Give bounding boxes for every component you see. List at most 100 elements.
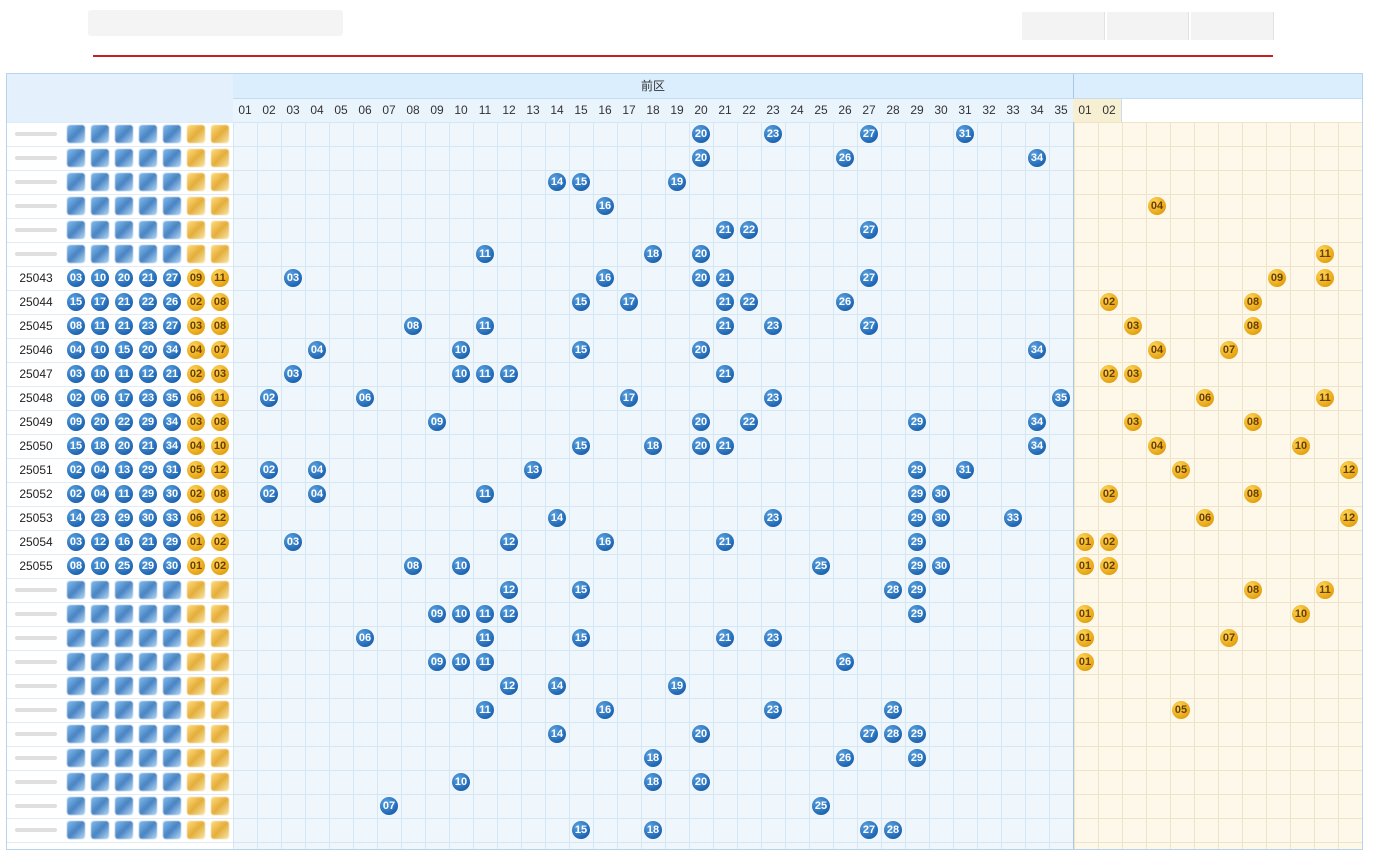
- period-label: 25055: [19, 559, 53, 573]
- draw-front-ball: 02: [67, 485, 85, 503]
- back-zone-ball: 11: [1316, 245, 1334, 263]
- draw-back-ball: 12: [211, 461, 229, 479]
- front-number-header: 16: [593, 99, 618, 122]
- draw-balls-blurred: [67, 197, 233, 215]
- front-zone-ball: 11: [476, 701, 494, 719]
- front-zone-ball: 10: [452, 773, 470, 791]
- front-zone-ball: 31: [956, 125, 974, 143]
- front-number-header: 13: [521, 99, 546, 122]
- draw-balls-blurred: [67, 221, 233, 239]
- period-label-blurred: [15, 228, 57, 232]
- front-zone-ball: 29: [908, 413, 926, 431]
- draw-balls-blurred: [67, 677, 233, 695]
- front-number-header: 06: [353, 99, 378, 122]
- draw-balls-blurred: [67, 245, 233, 263]
- front-zone-ball: 11: [476, 485, 494, 503]
- draw-front-ball: 11: [91, 317, 109, 335]
- toolbar-button[interactable]: [1106, 12, 1190, 40]
- period-label-blurred: [15, 708, 57, 712]
- front-zone-ball: 34: [1028, 437, 1046, 455]
- draw-front-ball: 15: [115, 341, 133, 359]
- front-zone-ball: 21: [716, 317, 734, 335]
- front-zone-ball: 15: [572, 437, 590, 455]
- draw-back-ball: 06: [187, 509, 205, 527]
- front-zone-ball: 19: [668, 677, 686, 695]
- draw-back-ball: 01: [187, 533, 205, 551]
- front-zone-ball: 25: [812, 797, 830, 815]
- front-zone-ball: 23: [764, 509, 782, 527]
- front-zone-ball: 26: [836, 653, 854, 671]
- draw-front-ball: 15: [67, 293, 85, 311]
- draw-front-ball: 04: [67, 341, 85, 359]
- front-zone-ball: 28: [884, 581, 902, 599]
- period-label-blurred: [15, 684, 57, 688]
- draw-front-ball: 30: [163, 485, 181, 503]
- title-rule: [93, 55, 1273, 57]
- period-label: 25053: [19, 511, 53, 525]
- draw-back-ball: 08: [211, 413, 229, 431]
- front-zone-ball: 20: [692, 125, 710, 143]
- draw-front-ball: 10: [91, 341, 109, 359]
- draw-back-ball: 04: [187, 341, 205, 359]
- draw-balls-blurred: [67, 821, 233, 839]
- front-zone-ball: 29: [908, 485, 926, 503]
- toolbar-button[interactable]: [1191, 12, 1275, 40]
- front-zone-ball: 12: [500, 677, 518, 695]
- period-label-blurred: [15, 828, 57, 832]
- back-number-header: 02: [1097, 99, 1122, 122]
- draw-front-ball: 27: [163, 317, 181, 335]
- front-zone-ball: 21: [716, 293, 734, 311]
- back-zone-ball: 01: [1076, 605, 1094, 623]
- back-zone-ball: 01: [1076, 629, 1094, 647]
- draw-balls-blurred: [67, 581, 233, 599]
- front-zone-ball: 08: [404, 557, 422, 575]
- front-zone-ball: 09: [428, 413, 446, 431]
- front-number-header: 08: [401, 99, 426, 122]
- draw-back-ball: 03: [187, 317, 205, 335]
- period-label: 25052: [19, 487, 53, 501]
- draw-balls-blurred: [67, 749, 233, 767]
- front-zone-ball: 02: [260, 485, 278, 503]
- draw-back-ball: 02: [211, 557, 229, 575]
- front-number-header: 27: [857, 99, 882, 122]
- front-zone-ball: 23: [764, 629, 782, 647]
- front-zone-ball: 18: [644, 749, 662, 767]
- draw-front-ball: 03: [67, 533, 85, 551]
- front-zone-ball: 22: [740, 293, 758, 311]
- draw-balls-blurred: [67, 773, 233, 791]
- front-number-header: 25: [809, 99, 834, 122]
- back-zone-ball: 04: [1148, 437, 1166, 455]
- front-zone-ball: 30: [932, 509, 950, 527]
- draw-back-ball: 09: [187, 269, 205, 287]
- draw-front-ball: 23: [91, 509, 109, 527]
- draw-front-ball: 29: [139, 413, 157, 431]
- front-number-header: 29: [905, 99, 930, 122]
- draw-front-ball: 12: [139, 365, 157, 383]
- front-zone-ball: 27: [860, 725, 878, 743]
- draw-front-ball: 14: [67, 509, 85, 527]
- front-zone-ball: 11: [476, 629, 494, 647]
- draw-front-ball: 29: [139, 485, 157, 503]
- front-number-header: 19: [665, 99, 690, 122]
- draw-back-ball: 07: [211, 341, 229, 359]
- draw-balls-blurred: [67, 125, 233, 143]
- front-zone-ball: 15: [572, 173, 590, 191]
- front-number-header: 35: [1049, 99, 1074, 122]
- draw-balls-blurred: [67, 629, 233, 647]
- draw-front-ball: 29: [139, 461, 157, 479]
- back-number-header: 01: [1073, 99, 1098, 122]
- front-zone-ball: 08: [404, 317, 422, 335]
- draw-front-ball: 20: [115, 437, 133, 455]
- draw-front-ball: 21: [139, 533, 157, 551]
- front-zone-ball: 23: [764, 125, 782, 143]
- back-zone-grid: [1073, 122, 1362, 849]
- draw-back-ball: 05: [187, 461, 205, 479]
- front-zone-ball: 27: [860, 125, 878, 143]
- period-label-blurred: [15, 180, 57, 184]
- toolbar-button[interactable]: [1022, 12, 1105, 40]
- back-zone-ball: 10: [1292, 605, 1310, 623]
- draw-front-ball: 11: [115, 365, 133, 383]
- front-zone-ball: 03: [284, 269, 302, 287]
- front-number-header: 12: [497, 99, 522, 122]
- front-zone-ball: 19: [668, 173, 686, 191]
